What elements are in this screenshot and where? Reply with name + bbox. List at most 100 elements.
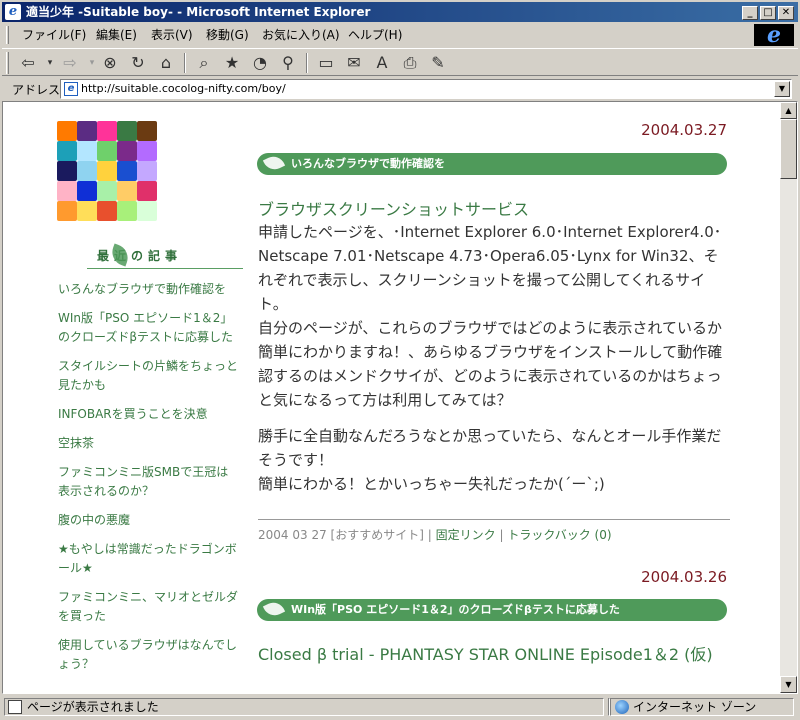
mosaic-tile — [57, 201, 77, 221]
mosaic-tile — [137, 121, 157, 141]
favorites-icon[interactable]: ★ — [220, 52, 244, 74]
entry-meta-category[interactable]: [おすすめサイト] — [331, 528, 424, 542]
entry-paragraph: 申請したページを、･Internet Explorer 6.0･Internet… — [258, 223, 722, 313]
mosaic-tile — [137, 161, 157, 181]
mosaic-tile — [97, 161, 117, 181]
mosaic-tile — [57, 181, 77, 201]
forward-icon[interactable]: ⇨ — [58, 52, 82, 74]
mosaic-tile — [117, 201, 137, 221]
refresh-icon[interactable]: ↻ — [126, 52, 150, 74]
standard-toolbar: ⇦ ▾ ⇨ ▾ ⊗ ↻ ⌂ ⌕ ★ ◔ ⚲ ▭ ✉ A ⎙ ✎ — [2, 48, 798, 76]
toolbar-grip[interactable] — [6, 52, 9, 74]
leaf-icon — [262, 152, 286, 174]
recent-post-link[interactable]: ★もやしは常識だったドラゴンボール★ — [58, 540, 238, 578]
mosaic-tile — [97, 201, 117, 221]
scrollbar-thumb[interactable] — [780, 119, 797, 179]
recent-post-link[interactable]: スタイルシートの片鱗をちょっと見たかも — [58, 357, 238, 395]
chevron-down-icon[interactable]: ▼ — [774, 81, 790, 97]
menubar-grip[interactable] — [6, 26, 9, 44]
channels-icon[interactable]: ⚲ — [276, 52, 300, 74]
fullscreen-icon[interactable]: ▭ — [314, 52, 338, 74]
recent-post-link[interactable]: ファミコンミニ版SMBで王冠は表示されるのか？ — [58, 463, 238, 501]
font-icon[interactable]: A — [370, 52, 394, 74]
recent-post-link[interactable]: 使用しているブラウザはなんでしょう？ — [58, 636, 238, 674]
recent-posts-heading-text: 最近の記事 — [97, 249, 183, 263]
security-zone-panel[interactable]: インターネット ゾーン — [610, 698, 794, 716]
recent-posts-list: いろんなブラウザで動作確認を WIn版「PSO エピソード1＆2」のクローズドβ… — [58, 280, 238, 684]
menu-view[interactable]: 表示(V) — [147, 27, 197, 43]
mosaic-tile — [117, 121, 137, 141]
mosaic-tile — [117, 141, 137, 161]
recent-post-link[interactable]: いろんなブラウザで動作確認を — [58, 280, 238, 299]
permalink-link[interactable]: 固定リンク — [436, 528, 496, 542]
page-viewport: 最近の記事 いろんなブラウザで動作確認を WIn版「PSO エピソード1＆2」の… — [2, 101, 798, 694]
ie-page-icon: e — [5, 4, 21, 20]
address-input[interactable]: e http://suitable.cocolog-nifty.com/boy/… — [60, 79, 792, 99]
menu-file[interactable]: ファイル(F) — [18, 27, 90, 43]
mosaic-tile — [77, 201, 97, 221]
stop-icon[interactable]: ⊗ — [98, 52, 122, 74]
entry-heading-text: いろんなブラウザで動作確認を — [291, 157, 445, 170]
mosaic-tile — [97, 141, 117, 161]
status-message-panel: ページが表示されました — [4, 698, 604, 716]
paragraph-spacer — [258, 412, 730, 424]
edit-icon[interactable]: ✎ — [426, 52, 450, 74]
menu-edit[interactable]: 編集(E) — [92, 27, 141, 43]
address-bar: アドレス e http://suitable.cocolog-nifty.com… — [2, 78, 798, 100]
ie-logo: e — [754, 24, 794, 46]
entry-body: 申請したページを、･Internet Explorer 6.0･Internet… — [258, 220, 730, 496]
meta-separator: | — [427, 528, 432, 542]
home-icon[interactable]: ⌂ — [154, 52, 178, 74]
entry-title-link[interactable]: ブラウザスクリーンショットサービス — [258, 196, 529, 220]
toolbar-separator — [184, 53, 186, 73]
back-icon[interactable]: ⇦ — [16, 52, 40, 74]
print-icon[interactable]: ⎙ — [398, 52, 422, 74]
mosaic-tile — [137, 181, 157, 201]
address-label: アドレス — [12, 83, 61, 97]
trackback-link[interactable]: トラックバック (0) — [507, 528, 611, 542]
mosaic-tile — [77, 121, 97, 141]
recent-posts-heading: 最近の記事 — [87, 243, 243, 269]
entry-heading: WIn版「PSO エピソード1＆2」のクローズドβテストに応募した — [257, 598, 727, 621]
entry-date: 2004.03.27 — [641, 121, 727, 139]
entry-heading: いろんなブラウザで動作確認を — [257, 152, 727, 175]
recent-post-link[interactable]: 腹の中の悪魔 — [58, 511, 238, 530]
menu-go[interactable]: 移動(G) — [202, 27, 253, 43]
mosaic-tile — [57, 141, 77, 161]
window-title: 適当少年 -Suitable boy- - Microsoft Internet… — [26, 5, 371, 19]
recent-post-link[interactable]: INFOBARを買うことを決意 — [58, 405, 238, 424]
entry-paragraph: 簡単にわかる！とかいっちゃー失礼だったか(´ー`;) — [258, 475, 605, 493]
mosaic-tile — [77, 141, 97, 161]
entry-heading-text: WIn版「PSO エピソード1＆2」のクローズドβテストに応募した — [291, 603, 620, 616]
menu-favorites[interactable]: お気に入り(A) — [258, 27, 344, 43]
entry-date: 2004.03.26 — [641, 568, 727, 586]
entry-paragraph: 自分のページが、これらのブラウザではどのように表示されているか簡単にわかりますね… — [258, 319, 723, 409]
entry-paragraph: 勝手に全自動なんだろうなとか思っていたら、なんとオール手作業だそうです！ — [258, 427, 722, 469]
search-icon[interactable]: ⌕ — [192, 52, 216, 74]
recent-post-link[interactable]: WIn版「PSO エピソード1＆2」のクローズドβテストに応募した — [58, 309, 238, 347]
mosaic-tile — [77, 161, 97, 181]
scroll-down-icon[interactable]: ▼ — [780, 676, 797, 693]
zone-label: インターネット ゾーン — [633, 700, 757, 714]
history-icon[interactable]: ◔ — [248, 52, 272, 74]
mosaic-tile — [117, 161, 137, 181]
vertical-scrollbar[interactable]: ▲ ▼ — [780, 102, 797, 693]
menu-help[interactable]: ヘルプ(H) — [344, 27, 406, 43]
address-url: http://suitable.cocolog-nifty.com/boy/ — [81, 82, 286, 95]
toolbar-separator — [306, 53, 308, 73]
recent-post-link[interactable]: 空抹茶 — [58, 434, 238, 453]
scroll-up-icon[interactable]: ▲ — [780, 102, 797, 119]
maximize-button[interactable]: □ — [760, 6, 776, 20]
mail-icon[interactable]: ✉ — [342, 52, 366, 74]
mosaic-tile — [57, 161, 77, 181]
close-button[interactable]: ✕ — [778, 6, 794, 20]
mosaic-tile — [97, 121, 117, 141]
mosaic-tile — [137, 141, 157, 161]
blog-logo-mosaic — [57, 121, 159, 223]
recent-post-link[interactable]: ファミコンミニ、マリオとゼルダを買った — [58, 588, 238, 626]
globe-icon — [615, 700, 629, 714]
entry-title-link[interactable]: Closed β trial - PHANTASY STAR ONLINE Ep… — [258, 644, 718, 666]
entry-meta: 2004 03 27 [おすすめサイト] | 固定リンク | トラックバック (… — [258, 519, 730, 543]
title-bar[interactable]: e 適当少年 -Suitable boy- - Microsoft Intern… — [2, 2, 798, 22]
minimize-button[interactable]: _ — [742, 6, 758, 20]
